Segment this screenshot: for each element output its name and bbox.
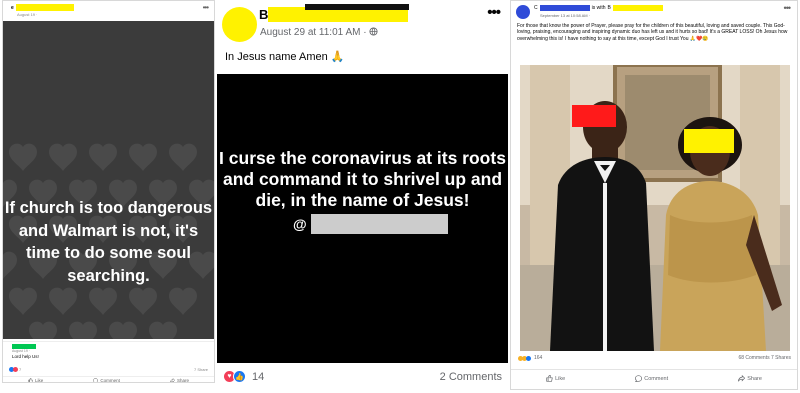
action-bar: Like Comment Share [3,376,214,383]
comment-icon [93,378,99,382]
post-date[interactable]: September 13 at 10:58 AM · [540,13,590,18]
shared-date: August 19 · [12,349,30,353]
share-label: Share [747,375,762,382]
reactions[interactable]: 7 [9,367,21,372]
redacted-tagged [612,5,663,11]
share-button[interactable]: Share [738,375,762,382]
comment-icon [635,375,643,382]
share-count[interactable]: 7 Share [194,367,208,372]
like-icon: 👍 [233,370,246,383]
post-image[interactable]: I curse the coronavirus at its roots and… [217,74,508,363]
post-photo[interactable] [520,65,790,351]
post-header: e August 19 · ••• [3,1,214,21]
couple-photo [520,65,790,351]
author-name[interactable]: C is with B [534,5,663,11]
author-initial: B [259,7,269,22]
post-date[interactable]: August 19 · [17,12,37,17]
comment-button[interactable]: Comment [635,375,668,382]
redacted-face-red [572,105,616,127]
comment-share-counts[interactable]: 68 Comments 7 Shares [738,355,791,361]
like-icon [546,375,553,382]
avatar[interactable] [516,5,530,19]
comment-count[interactable]: 2 Comments [440,371,502,383]
heart-icon [13,367,18,372]
post-card-walmart: e August 19 · ••• If church is too dange… [2,0,215,383]
reaction-summary: 164 68 Comments 7 Shares [511,354,797,364]
handle-prefix: @ [293,216,307,232]
comment-label: Comment [100,378,120,383]
like-icon [526,355,531,361]
action-bar: Like Comment Share [511,369,797,387]
image-quote: I curse the coronavirus at its roots and… [219,148,506,210]
comment-button[interactable]: Comment [93,378,120,383]
reaction-count: 14 [252,370,265,383]
tagged-initial: B [607,5,611,11]
reaction-count: 7 [19,367,22,372]
author-initial: C [534,5,538,11]
avatar[interactable] [222,7,257,42]
like-label: Like [555,375,566,382]
image-quote: If church is too dangerous and Walmart i… [4,199,213,285]
reaction-count: 164 [534,355,543,361]
share-button[interactable]: Share [170,378,189,383]
more-icon[interactable]: ••• [487,4,501,21]
author-initial: e [11,4,14,11]
redacted-name [539,5,590,11]
author-name[interactable]: B [259,4,409,22]
reactions[interactable]: ♥ 👍 14 [223,370,264,383]
author-name[interactable]: e [11,4,74,11]
more-icon[interactable]: ••• [784,3,792,13]
with-label: is with [591,5,606,11]
more-icon[interactable]: ••• [203,3,209,12]
image-handle: @ [293,214,448,234]
reactions[interactable]: 164 [518,355,542,361]
share-label: Share [176,378,189,383]
reaction-summary: ♥ 👍 14 2 Comments [217,366,508,390]
post-card-couple: C is with B September 13 at 10:58 AM · •… [510,0,798,390]
redacted-face-yellow [684,129,734,153]
globe-icon [369,27,378,36]
reaction-summary: 7 7 Share [3,367,214,375]
post-text: For those that know the power of Prayer,… [517,23,788,42]
like-label: Like [35,378,44,383]
post-card-coronavirus: B August 29 at 11:01 AM · ••• In Jesus n… [217,0,508,393]
post-image[interactable]: If church is too dangerous and Walmart i… [3,21,214,339]
share-icon [738,375,746,382]
post-caption: In Jesus name Amen 🙏 [225,51,345,63]
redacted-name [15,4,74,11]
share-icon [170,378,175,382]
post-date[interactable]: August 29 at 11:01 AM · [260,27,378,38]
post-caption: Lord help Us! [12,354,39,359]
like-button[interactable]: Like [28,378,44,383]
like-icon [28,378,33,382]
post-date-text: August 29 at 11:01 AM · [260,27,370,38]
shared-caption-box: August 19 · Lord help Us! [3,341,214,366]
like-button[interactable]: Like [546,375,565,382]
redacted-bar [305,4,409,10]
redacted-handle [310,214,448,234]
comment-label: Comment [644,375,669,382]
